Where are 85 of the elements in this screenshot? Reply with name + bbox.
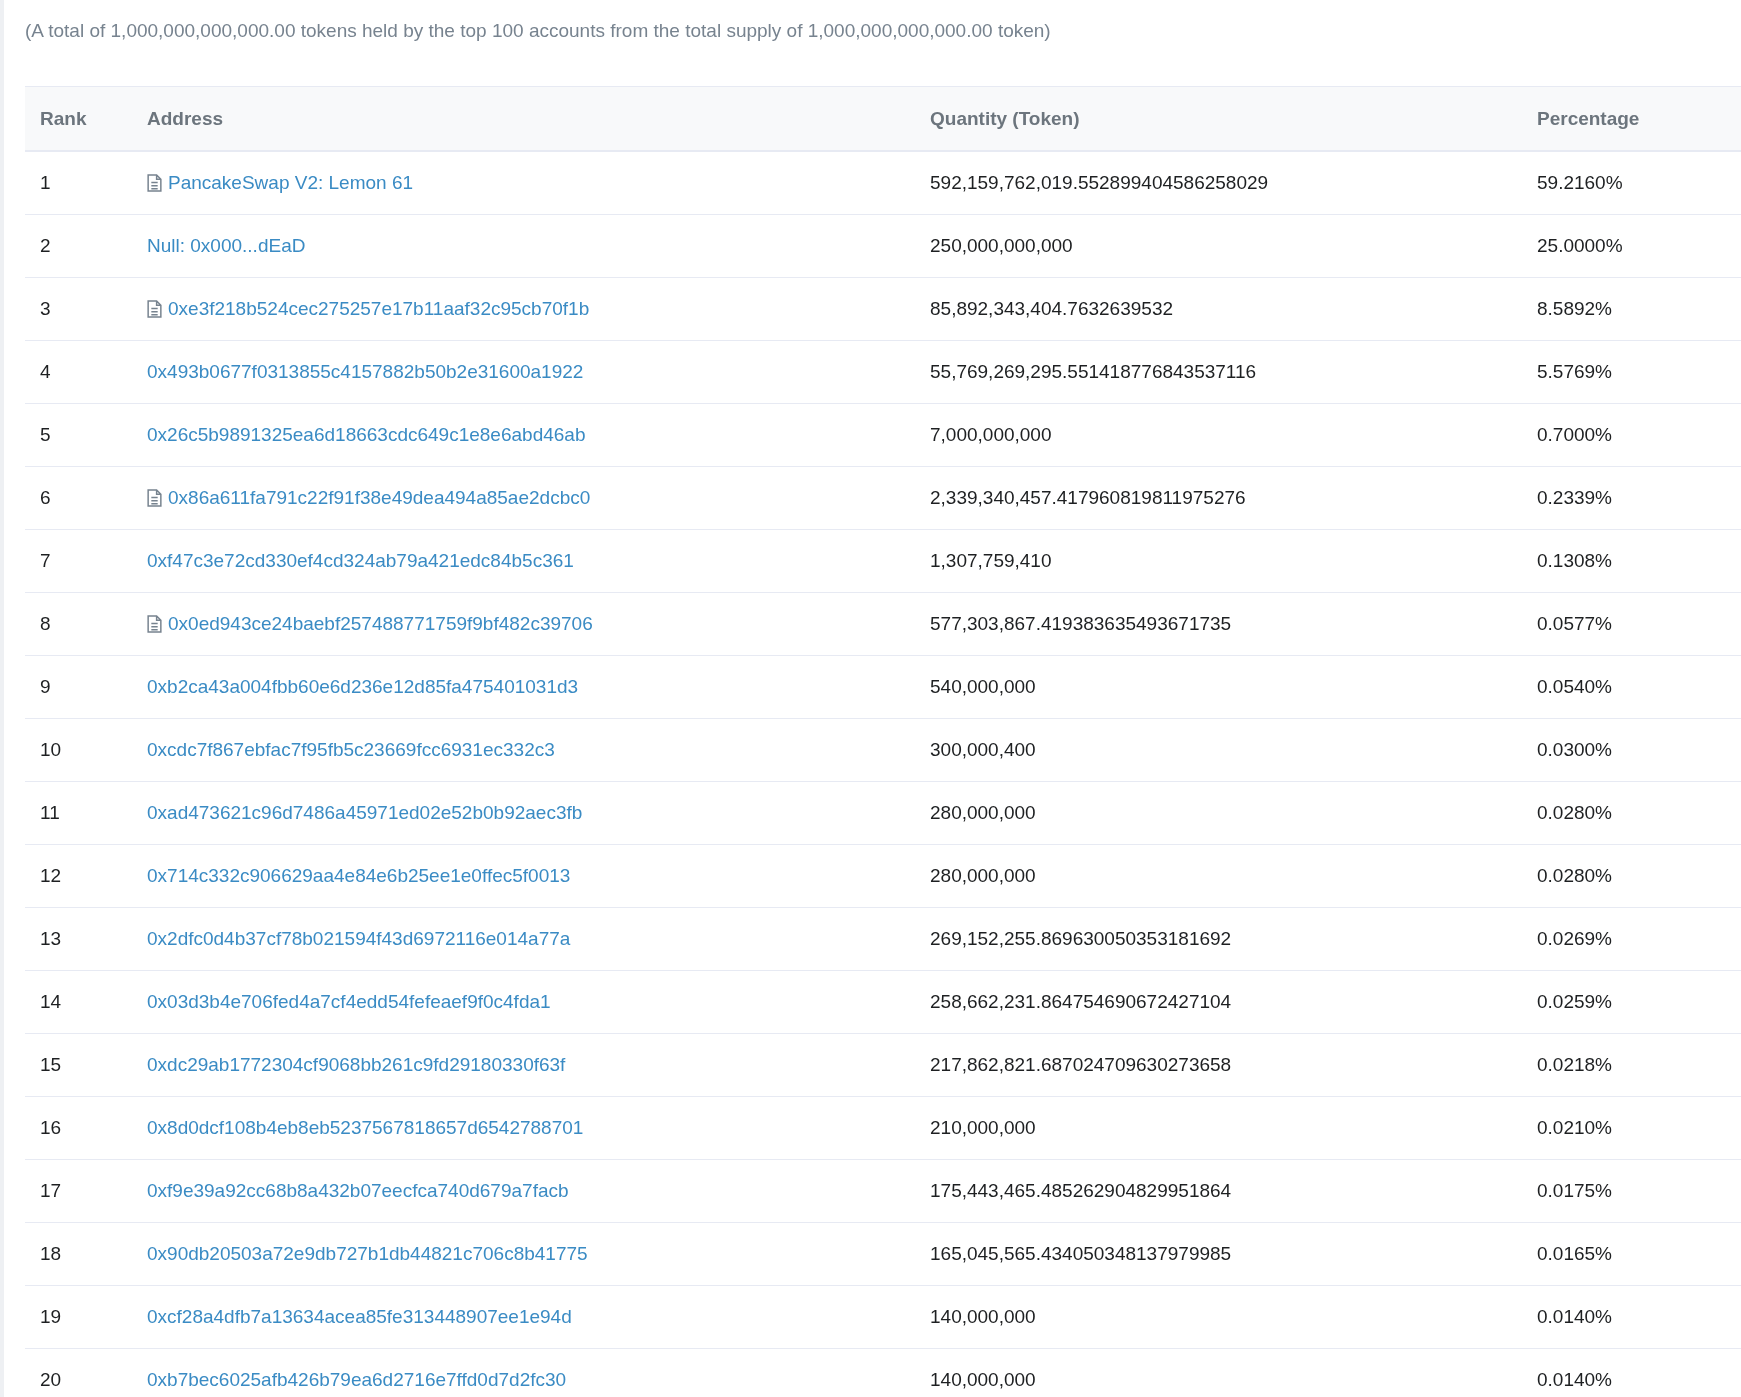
- quantity-cell-text: 55,769,269,295.551418776843537116: [930, 361, 1258, 383]
- quantity-cell-text: 250,000,000,000: [930, 235, 1074, 257]
- quantity-cell-text: 269,152,255.869630050353181692: [930, 928, 1233, 950]
- address-link[interactable]: 0xcf28a4dfb7a13634acea85fe313448907ee1e94d: [147, 1306, 572, 1328]
- column-header: Quantity (Token): [930, 107, 1081, 130]
- percentage-cell: 0.2339%: [1537, 487, 1612, 509]
- percentage-cell: 0.0210%: [1537, 1117, 1612, 1139]
- percentage-cell: 0.0165%: [1537, 1243, 1612, 1265]
- address-link[interactable]: 0xf9e39a92cc68b8a432b07eecfca740d679a7facb: [147, 1180, 569, 1202]
- rank-cell-text: 2: [39, 235, 52, 257]
- address-link[interactable]: 0xcdc7f867ebfac7f95fb5c23669fcc6931ec332c3: [147, 739, 555, 761]
- quantity-cell-text: 300,000,400: [930, 739, 1037, 761]
- rank-cell-text: 1: [39, 172, 52, 194]
- rank-cell-text: 18: [39, 1243, 63, 1265]
- quantity-cell-text: 217,862,821.687024709630273658: [930, 1054, 1233, 1076]
- address-link[interactable]: 0xf47c3e72cd330ef4cd324ab79a421edc84b5c361: [147, 550, 574, 572]
- column-header: Address: [147, 107, 225, 130]
- column-header: Rank: [39, 107, 88, 130]
- percentage-cell: 0.7000%: [1537, 424, 1612, 446]
- rank-cell-text: 9: [39, 676, 52, 698]
- rank-cell-text: 11: [39, 802, 61, 824]
- rank-cell-text: 13: [39, 928, 63, 950]
- rank-cell-text: 12: [39, 865, 63, 887]
- quantity-cell-text: 85,892,343,404.7632639532: [930, 298, 1175, 320]
- percentage-cell: 0.0300%: [1537, 739, 1612, 761]
- percentage-cell: 0.0259%: [1537, 991, 1612, 1013]
- rank-cell-text: 7: [39, 550, 52, 572]
- percentage-cell: 0.0280%: [1537, 865, 1612, 887]
- percentage-cell: 0.0140%: [1537, 1369, 1612, 1391]
- percentage-cell: 8.5892%: [1537, 298, 1612, 320]
- rank-cell-text: 15: [39, 1054, 63, 1076]
- percentage-cell: 0.0577%: [1537, 613, 1612, 635]
- holders-summary: (A total of 1,000,000,000,000.00 tokens held by the top 100 accounts from the total supply of 1,000,000,000,000.00 token): [25, 19, 1052, 43]
- quantity-cell-text: 140,000,000: [930, 1369, 1037, 1391]
- rank-cell-text: 3: [39, 298, 52, 320]
- percentage-cell: 5.5769%: [1537, 361, 1612, 383]
- address-link[interactable]: 0x26c5b9891325ea6d18663cdc649c1e8e6abd46ab: [147, 424, 586, 446]
- percentage-cell: 0.0540%: [1537, 676, 1612, 698]
- column-header: Percentage: [1537, 107, 1640, 130]
- percentage-cell: 0.0269%: [1537, 928, 1612, 950]
- rank-cell-text: 14: [39, 991, 63, 1013]
- quantity-cell-text: 258,662,231.864754690672427104: [930, 991, 1233, 1013]
- percentage-cell: 59.2160%: [1537, 172, 1623, 194]
- address-link[interactable]: 0x90db20503a72e9db727b1db44821c706c8b41775: [147, 1243, 588, 1265]
- address-link[interactable]: 0x0ed943ce24baebf257488771759f9bf482c39706: [168, 613, 593, 635]
- address-link[interactable]: 0x493b0677f0313855c4157882b50b2e31600a1922: [147, 361, 584, 383]
- quantity-cell-text: 2,339,340,457.417960819811975276: [930, 487, 1247, 509]
- percentage-cell: 0.0140%: [1537, 1306, 1612, 1328]
- address-link[interactable]: 0x714c332c906629aa4e84e6b25ee1e0ffec5f0013: [147, 865, 571, 887]
- address-link[interactable]: 0x8d0dcf108b4eb8eb5237567818657d6542788701: [147, 1117, 584, 1139]
- percentage-cell: 0.0218%: [1537, 1054, 1612, 1076]
- percentage-cell: 0.1308%: [1537, 550, 1612, 572]
- address-link[interactable]: 0x03d3b4e706fed4a7cf4edd54fefeaef9f0c4fda1: [147, 991, 551, 1013]
- rank-cell-text: 8: [39, 613, 52, 635]
- address-link[interactable]: Null: 0x000...dEaD: [147, 235, 306, 257]
- rank-cell-text: 19: [39, 1306, 63, 1328]
- address-link[interactable]: 0xb7bec6025afb426b79ea6d2716e7ffd0d7d2fc30: [147, 1369, 567, 1391]
- address-link[interactable]: 0xe3f218b524cec275257e17b11aaf32c95cb70f1b: [168, 298, 590, 320]
- rank-cell-text: 20: [39, 1369, 63, 1391]
- rank-cell-text: 16: [39, 1117, 63, 1139]
- rank-cell-text: 5: [39, 424, 52, 446]
- percentage-cell: 25.0000%: [1537, 235, 1623, 257]
- rank-cell-text: 6: [39, 487, 52, 509]
- rank-cell-text: 17: [39, 1180, 63, 1202]
- quantity-cell-text: 592,159,762,019.552899404586258029: [930, 172, 1270, 194]
- quantity-cell-text: 175,443,465.485262904829951864: [930, 1180, 1233, 1202]
- quantity-cell-text: 210,000,000: [930, 1117, 1037, 1139]
- rank-cell-text: 4: [39, 361, 52, 383]
- address-link[interactable]: PancakeSwap V2: Lemon 61: [168, 172, 414, 194]
- rank-cell-text: 10: [39, 739, 63, 761]
- address-link[interactable]: 0x86a611fa791c22f91f38e49dea494a85ae2dcbc0: [168, 487, 591, 509]
- address-link[interactable]: 0x2dfc0d4b37cf78b021594f43d6972116e014a77a: [147, 928, 571, 950]
- quantity-cell-text: 165,045,565.434050348137979985: [930, 1243, 1233, 1265]
- quantity-cell-text: 1,307,759,410: [930, 550, 1053, 572]
- quantity-cell-text: 540,000,000: [930, 676, 1037, 698]
- address-link[interactable]: 0xb2ca43a004fbb60e6d236e12d85fa475401031d3: [147, 676, 579, 698]
- percentage-cell: 0.0280%: [1537, 802, 1612, 824]
- quantity-cell-text: 140,000,000: [930, 1306, 1037, 1328]
- quantity-cell-text: 280,000,000: [930, 865, 1037, 887]
- address-link[interactable]: 0xad473621c96d7486a45971ed02e52b0b92aec3fb: [147, 802, 583, 824]
- quantity-cell-text: 7,000,000,000: [930, 424, 1053, 446]
- quantity-cell-text: 280,000,000: [930, 802, 1037, 824]
- quantity-cell-text: 577,303,867.419383635493671735: [930, 613, 1233, 635]
- address-link[interactable]: 0xdc29ab1772304cf9068bb261c9fd29180330f63f: [147, 1054, 566, 1076]
- percentage-cell: 0.0175%: [1537, 1180, 1612, 1202]
